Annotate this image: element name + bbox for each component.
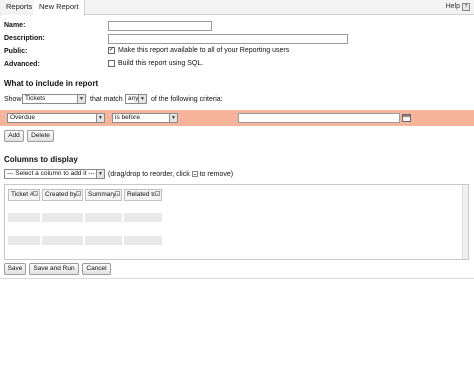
columns-panel: Ticket # × Created by × Summary × Relate… <box>4 184 469 260</box>
advanced-label: Advanced: <box>4 61 40 68</box>
match-select[interactable]: any ▼ <box>125 94 147 104</box>
show-label: Show <box>4 96 22 103</box>
panel-scrollbar[interactable] <box>462 185 468 259</box>
preview-cell <box>8 236 40 245</box>
preview-cell <box>42 213 83 222</box>
column-header-related-to[interactable]: Related to × <box>124 189 162 201</box>
include-heading: What to include in report <box>4 79 99 88</box>
column-header-label: Ticket # <box>11 191 34 198</box>
criteria-label: of the following criteria: <box>151 96 223 103</box>
column-header-created-by[interactable]: Created by × <box>42 189 83 201</box>
public-checkbox[interactable]: ✓ <box>108 47 115 54</box>
column-header-label: Summary <box>88 191 116 198</box>
criteria-operator-value: is before <box>115 114 140 121</box>
criteria-field-select[interactable]: Overdue ▼ <box>7 113 105 123</box>
show-select-value: Tickets <box>25 95 46 102</box>
divider <box>0 278 474 279</box>
remove-icon <box>191 171 198 178</box>
close-icon[interactable]: × <box>76 191 81 196</box>
advanced-description: Build this report using SQL. <box>118 60 204 67</box>
tab-reports[interactable]: Reports <box>1 0 39 15</box>
add-column-placeholder: --- Select a column to add it --- <box>7 170 95 177</box>
calendar-icon[interactable] <box>402 114 411 122</box>
column-header-label: Created by <box>45 191 77 198</box>
show-select[interactable]: Tickets ▼ <box>22 94 86 104</box>
columns-hint-after: to remove) <box>199 171 234 178</box>
chevron-down-icon: ▼ <box>96 114 104 122</box>
chevron-down-icon: ▼ <box>169 114 177 122</box>
close-icon[interactable]: × <box>33 191 38 196</box>
close-icon[interactable]: × <box>115 191 120 196</box>
match-select-value: any <box>128 95 139 102</box>
advanced-checkbox[interactable] <box>108 60 115 67</box>
description-label: Description: <box>4 35 45 42</box>
criteria-operator-select[interactable]: is before ▼ <box>112 113 178 123</box>
tab-new-report[interactable]: New Report <box>34 0 85 16</box>
preview-cell <box>124 236 162 245</box>
column-header-ticket[interactable]: Ticket # × <box>8 189 40 201</box>
preview-cell <box>85 236 122 245</box>
help-link[interactable]: Help <box>446 3 460 10</box>
tab-bar: Reports New Report Help ? <box>0 0 474 16</box>
name-label: Name: <box>4 22 26 29</box>
public-description: Make this report available to all of you… <box>118 47 290 54</box>
match-label: that match <box>90 96 123 103</box>
description-input[interactable] <box>108 34 348 44</box>
preview-cell <box>42 236 83 245</box>
add-criteria-button[interactable]: Add <box>4 130 24 142</box>
help-icon[interactable]: ? <box>462 3 470 11</box>
close-icon[interactable]: × <box>155 191 160 196</box>
chevron-down-icon: ▼ <box>77 95 85 103</box>
cancel-button[interactable]: Cancel <box>82 263 111 275</box>
public-label: Public: <box>4 48 28 55</box>
column-header-summary[interactable]: Summary × <box>85 189 122 201</box>
criteria-field-value: Overdue <box>10 114 35 121</box>
columns-hint-before: (drag/drop to reorder, click <box>108 171 190 178</box>
chevron-down-icon: ▼ <box>138 95 146 103</box>
save-button[interactable]: Save <box>4 263 26 275</box>
columns-heading: Columns to display <box>4 155 78 164</box>
save-and-run-button[interactable]: Save and Run <box>29 263 79 275</box>
add-column-select[interactable]: --- Select a column to add it --- ▼ <box>4 169 105 179</box>
name-input[interactable] <box>108 21 212 31</box>
preview-cell <box>124 213 162 222</box>
preview-cell <box>85 213 122 222</box>
delete-criteria-button[interactable]: Delete <box>27 130 54 142</box>
column-header-label: Related to <box>127 191 157 198</box>
preview-cell <box>8 213 40 222</box>
chevron-down-icon: ▼ <box>96 170 104 178</box>
columns-hint: (drag/drop to reorder, click to remove) <box>108 171 233 178</box>
criteria-value-input[interactable] <box>238 113 400 123</box>
